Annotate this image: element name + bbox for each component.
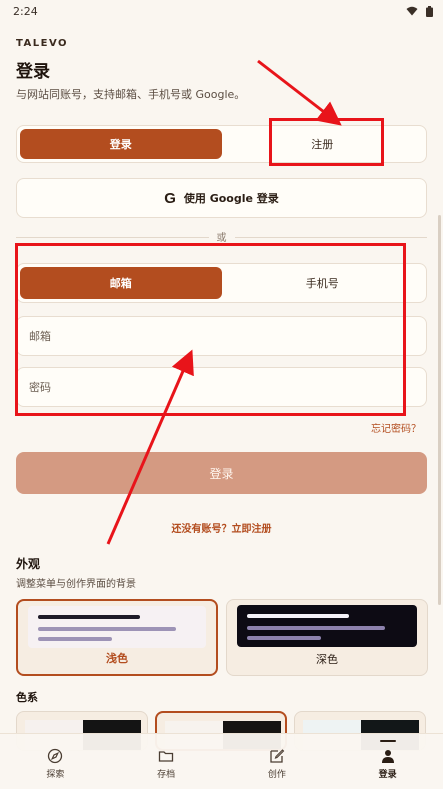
google-login-label: 使用 Google 登录	[183, 192, 279, 205]
color-scheme-title: 色系	[16, 691, 38, 704]
tab-login[interactable]: 登录	[20, 129, 222, 159]
light-preview	[28, 606, 206, 648]
folder-icon	[158, 751, 174, 762]
theme-light-label: 浅色	[106, 652, 128, 665]
nav-login[interactable]: 登录	[332, 734, 443, 789]
wifi-icon	[406, 6, 418, 16]
nav-explore[interactable]: 探索	[0, 734, 111, 789]
google-login-button[interactable]: G 使用 Google 登录	[16, 178, 427, 218]
nav-archive-label: 存档	[157, 770, 176, 780]
signup-link[interactable]: 还没有账号？立即注册	[0, 520, 443, 535]
scrollbar[interactable]	[438, 215, 441, 605]
theme-light-card[interactable]: 浅色	[16, 599, 218, 676]
page-title: 登录	[16, 62, 50, 82]
status-time: 2:24	[13, 4, 38, 18]
compass-icon	[48, 748, 63, 764]
google-icon: G	[164, 189, 176, 207]
person-icon	[381, 750, 394, 763]
annotation-box-register	[269, 118, 384, 166]
login-button[interactable]: 登录	[16, 452, 427, 494]
nav-create[interactable]: 创作	[222, 734, 333, 789]
bottom-nav: 探索 存档 创作 登录	[0, 733, 443, 789]
battery-icon	[426, 5, 433, 17]
nav-explore-label: 探索	[46, 770, 65, 780]
status-bar: 2:24	[0, 0, 443, 22]
theme-dark-label: 深色	[316, 653, 338, 666]
nav-archive[interactable]: 存档	[111, 734, 222, 789]
appearance-title: 外观	[16, 557, 41, 571]
annotation-box-login-form	[15, 243, 406, 416]
nav-create-label: 创作	[267, 770, 286, 780]
brand-name: TALEVO	[16, 38, 69, 49]
forgot-password-link[interactable]: 忘记密码？	[371, 420, 421, 435]
appearance-subtitle: 调整菜单与创作界面的背景	[16, 579, 136, 590]
nav-login-label: 登录	[378, 770, 397, 780]
theme-dark-card[interactable]: 深色	[226, 599, 428, 676]
edit-icon	[270, 749, 285, 763]
or-divider-text: 或	[208, 229, 235, 244]
dark-preview	[237, 605, 417, 647]
nav-active-indicator	[379, 740, 396, 742]
annotation-arrow-to-register	[257, 59, 342, 126]
page-subtitle: 与网站同账号，支持邮箱、手机号或 Google。	[16, 88, 246, 101]
